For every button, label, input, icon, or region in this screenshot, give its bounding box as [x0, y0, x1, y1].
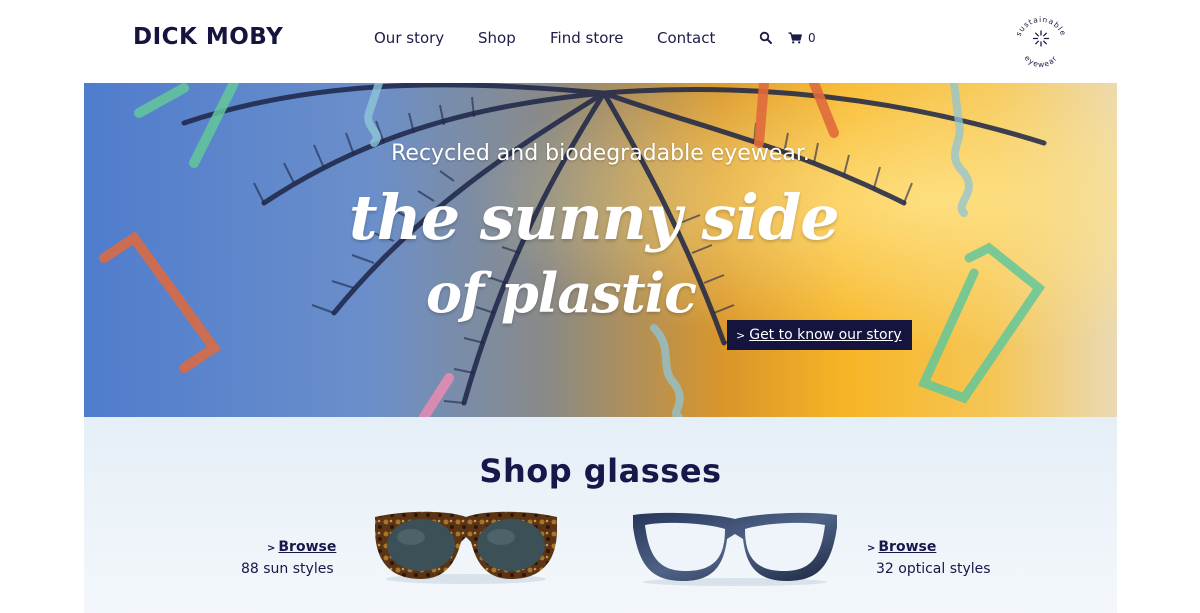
cart-icon[interactable]: [788, 32, 802, 44]
brand-logo[interactable]: DICK MOBY: [133, 24, 283, 50]
browse-sun-label: Browse: [278, 539, 337, 555]
optical-styles-count: 32 optical styles: [876, 561, 991, 577]
chevron-right-icon: >: [867, 543, 876, 554]
sustainable-eyewear-badge: sustainable eyewear: [1014, 15, 1067, 70]
browse-optical-label: Browse: [878, 539, 937, 555]
sun-emblem-icon: [1032, 30, 1050, 47]
browse-optical-link[interactable]: > Browse: [867, 539, 936, 555]
hero-subtitle: Recycled and biodegradable eyewear.: [391, 141, 810, 166]
sun-styles-count: 88 sun styles: [241, 561, 334, 577]
sunglasses-image[interactable]: [371, 507, 561, 587]
chevron-right-icon: >: [267, 543, 276, 554]
nav-shop[interactable]: Shop: [478, 29, 516, 47]
hero-script-line-2: of plastic: [426, 261, 697, 325]
nav-find-store[interactable]: Find store: [550, 29, 623, 47]
badge-text-bottom: eyewear: [1023, 54, 1059, 70]
shop-glasses-section: Shop glasses > Browse 88 sun styles > Br…: [84, 417, 1117, 613]
cta-label: Get to know our story: [749, 327, 902, 343]
nav-our-story[interactable]: Our story: [374, 29, 444, 47]
nav-contact[interactable]: Contact: [657, 29, 715, 47]
site-header: DICK MOBY Our story Shop Find store Cont…: [0, 0, 1200, 83]
cart-count[interactable]: 0: [808, 31, 816, 45]
browse-sun-link[interactable]: > Browse: [267, 539, 336, 555]
hero-banner: Recycled and biodegradable eyewear. the …: [84, 83, 1117, 417]
optical-glasses-image[interactable]: [631, 509, 839, 589]
search-icon[interactable]: [759, 31, 773, 45]
hero-script-line-1: the sunny side: [349, 181, 840, 254]
shop-title: Shop glasses: [479, 452, 722, 490]
svg-text:eyewear: eyewear: [1023, 54, 1060, 70]
get-to-know-our-story-button[interactable]: > Get to know our story: [727, 320, 912, 350]
chevron-right-icon: >: [736, 329, 746, 342]
